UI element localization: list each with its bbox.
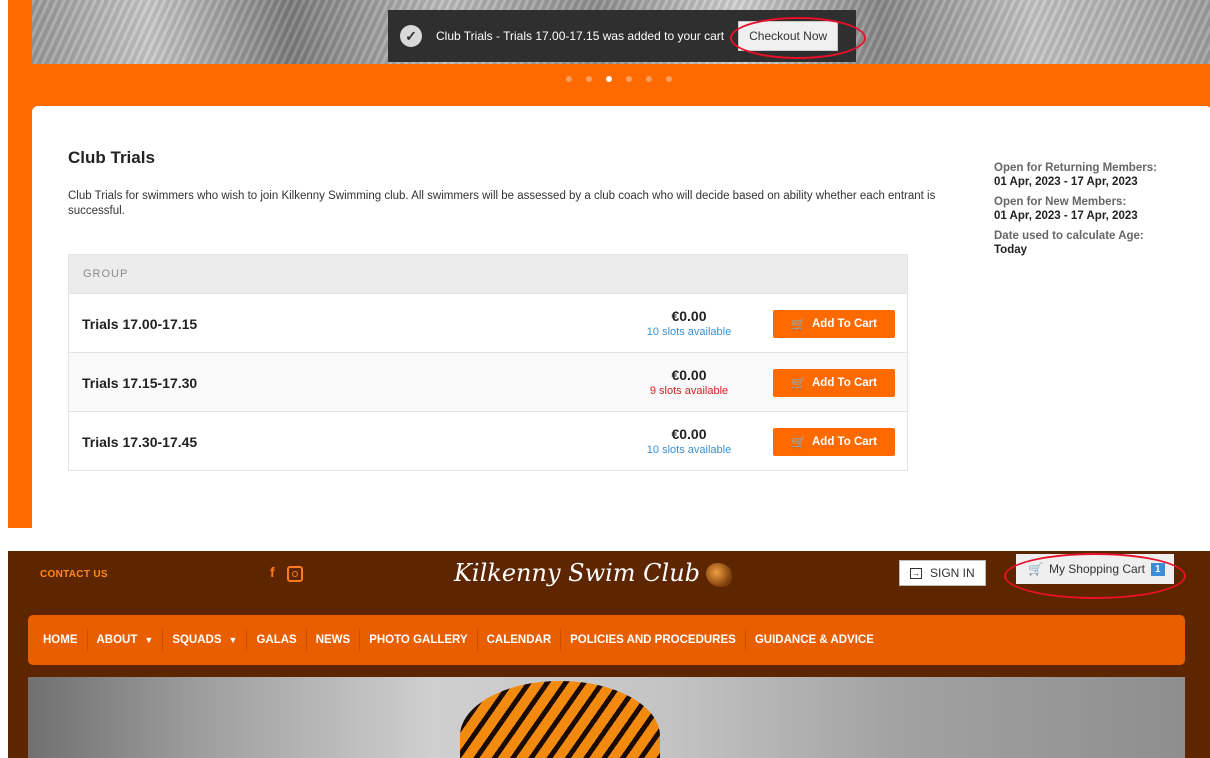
nav-squads[interactable]: SQUADS ▼ bbox=[162, 629, 246, 651]
nav-home[interactable]: HOME bbox=[34, 629, 87, 651]
cart-icon: 🛒 bbox=[791, 376, 806, 390]
check-circle-icon: ✓ bbox=[400, 25, 422, 47]
nav-about-label: ABOUT bbox=[96, 634, 138, 646]
group-name: Trials 17.30-17.45 bbox=[82, 434, 198, 450]
slots-available: 9 slots available bbox=[649, 385, 729, 397]
returning-members-label: Open for Returning Members: bbox=[994, 162, 1157, 174]
table-row: Trials 17.15-17.30 €0.00 9 slots availab… bbox=[69, 352, 907, 411]
tiger-logo-icon bbox=[706, 562, 733, 587]
nav-guidance[interactable]: GUIDANCE & ADVICE bbox=[744, 629, 883, 651]
add-to-cart-label: Add To Cart bbox=[812, 436, 877, 448]
highlight-oval bbox=[1004, 553, 1186, 599]
sign-in-icon: → bbox=[910, 567, 922, 579]
price-block: €0.00 10 slots available bbox=[639, 426, 739, 456]
table-row: Trials 17.00-17.15 €0.00 10 slots availa… bbox=[69, 293, 907, 352]
nav-news-label: NEWS bbox=[315, 634, 351, 646]
age-date-label: Date used to calculate Age: bbox=[994, 230, 1144, 242]
instagram-icon[interactable] bbox=[286, 566, 303, 582]
slider-dot[interactable] bbox=[566, 76, 572, 82]
price: €0.00 bbox=[671, 308, 707, 324]
cart-icon: 🛒 bbox=[791, 435, 806, 449]
chevron-down-icon: ▼ bbox=[144, 635, 154, 645]
chevron-down-icon: ▼ bbox=[228, 635, 238, 645]
toast-message: Club Trials - Trials 17.00-17.15 was add… bbox=[436, 29, 725, 43]
new-members-label: Open for New Members: bbox=[994, 196, 1127, 208]
sign-in-label: SIGN IN bbox=[930, 566, 975, 580]
nav-photo-gallery[interactable]: PHOTO GALLERY bbox=[359, 629, 476, 651]
add-to-cart-button[interactable]: 🛒 Add To Cart bbox=[773, 369, 895, 397]
event-card: Club Trials Club Trials for swimmers who… bbox=[32, 106, 1210, 528]
site-title-text: Kilkenny Swim Club bbox=[454, 559, 701, 587]
add-to-cart-label: Add To Cart bbox=[812, 377, 877, 389]
main-navigation: HOME ABOUT ▼ SQUADS ▼ GALAS NEWS PHOTO GAL… bbox=[28, 615, 1185, 665]
age-date-value: Today bbox=[994, 244, 1028, 256]
registration-info: Open for Returning Members: 01 Apr, 2023… bbox=[994, 162, 1194, 256]
facebook-icon[interactable]: f bbox=[270, 564, 275, 580]
slider-dots bbox=[566, 76, 672, 82]
sign-in-button[interactable]: → SIGN IN bbox=[899, 560, 986, 586]
slider-dot[interactable] bbox=[646, 76, 652, 82]
social-links: f bbox=[270, 564, 303, 582]
nav-calendar[interactable]: CALENDAR bbox=[476, 629, 561, 651]
highlight-oval bbox=[730, 17, 866, 59]
price-block: €0.00 10 slots available bbox=[639, 308, 739, 338]
nav-news[interactable]: NEWS bbox=[305, 629, 360, 651]
tiger-mascot-image bbox=[460, 681, 660, 758]
contact-us-link[interactable]: CONTACT US bbox=[40, 569, 108, 580]
nav-policies-label: POLICIES AND PROCEDURES bbox=[570, 634, 736, 646]
event-description: Club Trials for swimmers who wish to joi… bbox=[68, 190, 936, 217]
add-to-cart-label: Add To Cart bbox=[812, 318, 877, 330]
slider-dot-active[interactable] bbox=[606, 76, 612, 82]
nav-guidance-label: GUIDANCE & ADVICE bbox=[754, 634, 874, 646]
nav-about[interactable]: ABOUT ▼ bbox=[86, 629, 163, 651]
event-panel: ✓ Club Trials - Trials 17.00-17.15 was a… bbox=[8, 0, 1210, 528]
slots-available: 10 slots available bbox=[646, 444, 732, 456]
nav-policies[interactable]: POLICIES AND PROCEDURES bbox=[560, 629, 745, 651]
group-name: Trials 17.00-17.15 bbox=[82, 316, 198, 332]
site-header-panel: CONTACT US f Kilkenny Swim Club → SIGN I… bbox=[8, 551, 1210, 758]
slider-dot[interactable] bbox=[586, 76, 592, 82]
table-row: Trials 17.30-17.45 €0.00 10 slots availa… bbox=[69, 411, 907, 470]
returning-members-dates: 01 Apr, 2023 - 17 Apr, 2023 bbox=[994, 176, 1138, 188]
slots-available: 10 slots available bbox=[646, 326, 732, 338]
group-column-header: GROUP bbox=[69, 255, 907, 293]
add-to-cart-button[interactable]: 🛒 Add To Cart bbox=[773, 310, 895, 338]
event-title: Club Trials bbox=[68, 148, 155, 167]
hero-banner bbox=[28, 677, 1185, 758]
nav-gallery-label: PHOTO GALLERY bbox=[369, 634, 468, 646]
nav-squads-label: SQUADS bbox=[172, 634, 222, 646]
slider-dot[interactable] bbox=[666, 76, 672, 82]
nav-calendar-label: CALENDAR bbox=[486, 634, 552, 646]
nav-home-label: HOME bbox=[43, 634, 78, 646]
price-block: €0.00 9 slots available bbox=[639, 367, 739, 397]
group-name: Trials 17.15-17.30 bbox=[82, 375, 198, 391]
site-logo-title[interactable]: Kilkenny Swim Club bbox=[454, 559, 733, 587]
cart-icon: 🛒 bbox=[791, 317, 806, 331]
nav-galas-label: GALAS bbox=[256, 634, 297, 646]
add-to-cart-button[interactable]: 🛒 Add To Cart bbox=[773, 428, 895, 456]
price: €0.00 bbox=[671, 367, 707, 383]
price: €0.00 bbox=[671, 426, 707, 442]
nav-galas[interactable]: GALAS bbox=[246, 629, 305, 651]
slider-dot[interactable] bbox=[626, 76, 632, 82]
new-members-dates: 01 Apr, 2023 - 17 Apr, 2023 bbox=[994, 210, 1138, 222]
group-table: GROUP Trials 17.00-17.15 €0.00 10 slots … bbox=[68, 254, 908, 471]
